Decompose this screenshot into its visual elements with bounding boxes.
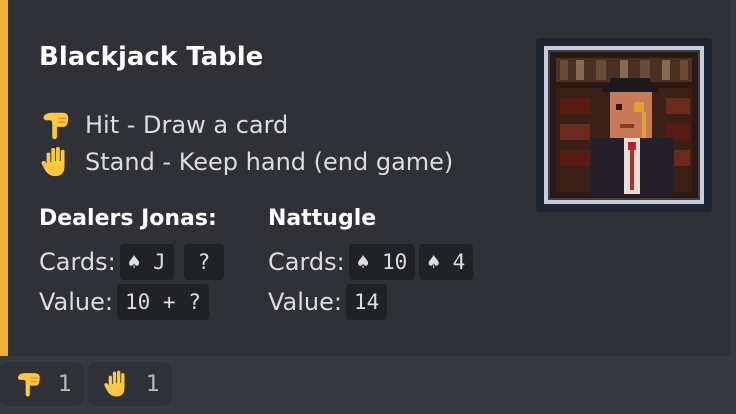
- dealer-value: 10 + ?: [117, 284, 209, 320]
- player-value: 14: [346, 284, 388, 320]
- action-stand-label: Stand - Keep hand (end game): [85, 148, 454, 176]
- blackjack-embed: Blackjack Table Hit - Draw a card Stand …: [0, 0, 730, 356]
- player-card: ♠ 10: [348, 244, 416, 280]
- reaction-count: 1: [146, 371, 160, 397]
- embed-title: Blackjack Table: [39, 42, 264, 72]
- dealer-card: ?: [183, 244, 225, 280]
- dealer-name: Dealers Jonas:: [39, 206, 217, 231]
- raised-hand-icon: [41, 146, 65, 177]
- action-hit-label: Hit - Draw a card: [85, 111, 289, 139]
- reaction-stand[interactable]: 1: [88, 362, 172, 406]
- dealer-portrait-icon[interactable]: [536, 38, 712, 212]
- reaction-count: 1: [58, 371, 72, 397]
- player-name: Nattugle: [268, 206, 377, 231]
- player-card: ♠ 4: [419, 244, 474, 280]
- hand-pointing-down-icon: [43, 112, 69, 140]
- dealer-card: ♠ J: [119, 244, 174, 280]
- player-value-row: Value: 14: [268, 284, 388, 320]
- player-cards-row: Cards: ♠ 10 ♠ 4: [268, 244, 474, 280]
- player-cards-label: Cards:: [268, 248, 345, 276]
- hand-pointing-down-icon: [17, 373, 40, 397]
- action-hit: Hit - Draw a card: [39, 108, 288, 142]
- dealer-cards-label: Cards:: [39, 248, 116, 276]
- dealer-value-label: Value:: [39, 288, 113, 316]
- action-stand: Stand - Keep hand (end game): [39, 145, 453, 179]
- dealer-cards-row: Cards: ♠ J ?: [39, 244, 225, 280]
- dealer-value-row: Value: 10 + ?: [39, 284, 209, 320]
- player-value-label: Value:: [268, 288, 342, 316]
- reaction-hit[interactable]: 1: [0, 362, 84, 406]
- raised-hand-icon: [104, 370, 125, 397]
- reactions-bar: 1 1: [0, 362, 172, 406]
